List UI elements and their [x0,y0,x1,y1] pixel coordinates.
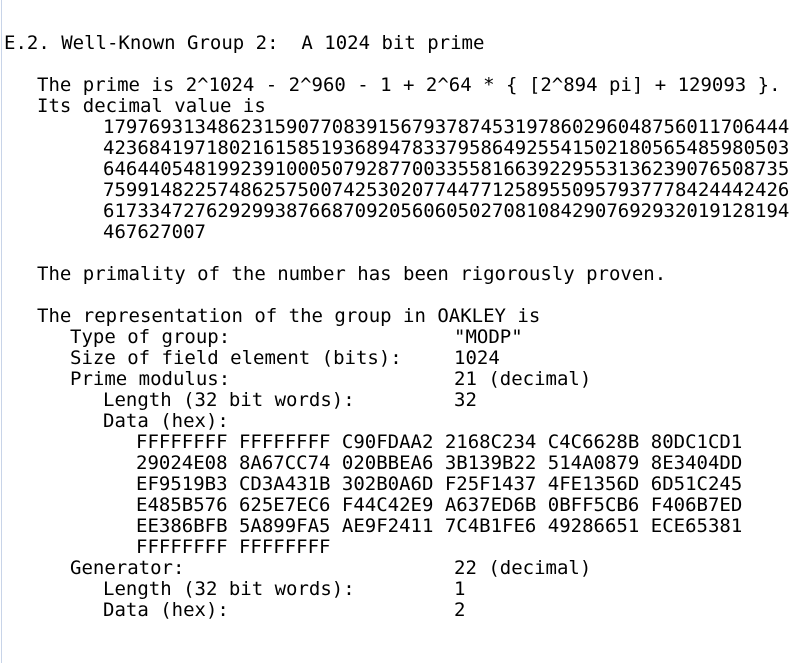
prime-modulus-value: 21 (decimal) [454,368,592,390]
type-of-group-row: Type of group: "MODP" [4,327,789,348]
prime-modulus-label: Prime modulus: [70,368,231,390]
generator-row: Generator: 22 (decimal) [4,558,789,579]
hex-line: EE386BFB 5A899FA5 AE9F2411 7C4B1FE6 4928… [136,515,743,537]
generator-length-label: Length (32 bit words): [103,578,355,600]
field-size-value: 1024 [454,347,500,369]
decimal-line: 6173347276292993876687092056060502708108… [103,200,790,222]
oakley-heading: The representation of the group in OAKLE… [37,305,541,327]
prime-modulus-row: Prime modulus: 21 (decimal) [4,369,789,390]
decimal-line: 4236841971802161585193689478337958649255… [103,137,790,159]
generator-data-row: Data (hex): 2 [4,600,789,621]
section-title: E.2. Well-Known Group 2: A 1024 bit prim… [4,32,485,54]
generator-value: 22 (decimal) [454,557,592,579]
data-hex-label: Data (hex): [103,410,229,432]
field-size-label: Size of field element (bits): [70,347,402,369]
generator-label: Generator: [70,557,185,579]
generator-data-value: 2 [454,599,466,621]
generator-data-label: Data (hex): [103,599,229,621]
hex-line: E485B576 625E7EC6 F44C42E9 A637ED6B 0BFF… [136,494,743,516]
hex-line: FFFFFFFF FFFFFFFF C90FDAA2 2168C234 C4C6… [136,431,743,453]
decimal-line: 1797693134862315907708391567937874531978… [103,116,790,138]
generator-length-row: Length (32 bit words): 1 [4,579,789,600]
primality-statement: The primality of the number has been rig… [37,263,667,285]
field-size-row: Size of field element (bits): 1024 [4,348,789,369]
decimal-intro: Its decimal value is [37,95,266,117]
length-value: 32 [454,389,477,411]
length-label: Length (32 bit words): [103,389,355,411]
decimal-line: 6464405481992391000507928770033558166392… [103,158,790,180]
prime-formula: The prime is 2^1024 - 2^960 - 1 + 2^64 *… [37,74,781,96]
decimal-line: 467627007 [103,221,206,243]
length-row: Length (32 bit words): 32 [4,390,789,411]
hex-line: EF9519B3 CD3A431B 302B0A6D F25F1437 4FE1… [136,473,743,495]
type-of-group-label: Type of group: [70,326,231,348]
left-border [1,0,2,663]
type-of-group-value: "MODP" [454,326,523,348]
document-body: E.2. Well-Known Group 2: A 1024 bit prim… [4,33,789,621]
generator-length-value: 1 [454,578,466,600]
hex-line: FFFFFFFF FFFFFFFF [136,536,331,558]
hex-line: 29024E08 8A67CC74 020BBEA6 3B139B22 514A… [136,452,743,474]
decimal-line: 7599148225748625750074253020774477125895… [103,179,790,201]
